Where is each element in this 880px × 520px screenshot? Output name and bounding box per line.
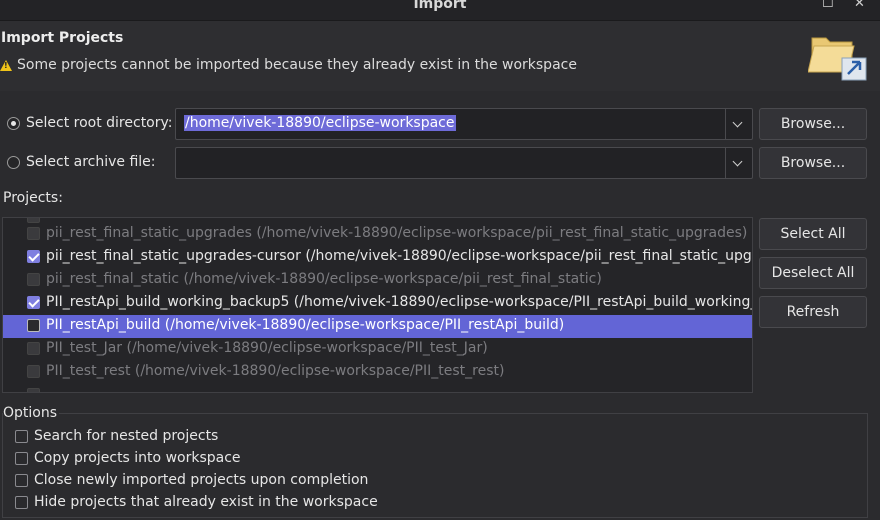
warning-text: Some projects cannot be imported because… — [17, 57, 577, 73]
project-label: pii_rest_final_static (/home/vivek-18890… — [46, 271, 602, 287]
page-title: Import Projects — [1, 30, 124, 46]
list-item[interactable]: PII_test_rest (/home/vivek-18890/eclipse… — [3, 361, 752, 384]
options-label: Options — [3, 405, 60, 421]
project-label: PII_restApi_build_working_backup5 (/home… — [46, 294, 752, 310]
option-label: Search for nested projects — [34, 428, 219, 444]
archive-file-radio[interactable] — [7, 156, 20, 169]
project-label: PII_test_rest (/home/vivek-18890/eclipse… — [46, 363, 505, 379]
list-item[interactable]: pii_rest_final_static_upgrades (/home/vi… — [3, 223, 752, 246]
option-checkbox[interactable] — [15, 429, 28, 443]
option-hide-existing[interactable]: Hide projects that already exist in the … — [15, 494, 378, 510]
list-item[interactable]: PII_test_Jar (/home/vivek-18890/eclipse-… — [3, 338, 752, 361]
root-directory-combo[interactable]: /home/vivek-18890/eclipse-workspace — [175, 108, 753, 140]
close-icon[interactable]: ✕ — [854, 0, 865, 11]
option-close-imported[interactable]: Close newly imported projects upon compl… — [15, 472, 368, 488]
project-checkbox[interactable] — [27, 273, 40, 286]
deselect-all-button[interactable]: Deselect All — [759, 257, 867, 289]
browse-archive-button[interactable]: Browse... — [759, 147, 867, 179]
projects-list[interactable]: pii_rest_final_static_upgrades (/home/vi… — [2, 217, 753, 393]
project-label: PII_restApi_build (/home/vivek-18890/ecl… — [46, 317, 565, 333]
project-checkbox[interactable] — [27, 319, 40, 332]
checkbox — [27, 388, 40, 392]
list-item[interactable]: pii_rest_final_static_upgrades-cursor (/… — [3, 246, 752, 269]
root-directory-radio[interactable] — [7, 117, 20, 130]
project-checkbox[interactable] — [27, 250, 40, 263]
project-checkbox[interactable] — [27, 342, 40, 355]
archive-file-combo[interactable] — [175, 147, 753, 179]
list-item[interactable]: pii_rest_final_static (/home/vivek-18890… — [3, 269, 752, 292]
list-item[interactable]: PII_restApi_build_working_backup5 (/home… — [3, 292, 752, 315]
root-directory-label: Select root directory: — [26, 115, 173, 131]
options-group: Search for nested projects Copy projects… — [2, 413, 868, 518]
chevron-down-icon[interactable] — [725, 109, 752, 139]
folder-import-icon — [808, 37, 867, 81]
project-checkbox[interactable] — [27, 296, 40, 309]
header-banner — [0, 21, 880, 91]
select-all-button[interactable]: Select All — [759, 218, 867, 250]
refresh-button[interactable]: Refresh — [759, 296, 867, 328]
projects-label: Projects: — [3, 190, 63, 206]
title-bar: Import ☐ ✕ — [0, 0, 880, 21]
window-title: Import — [413, 0, 467, 12]
warning-message: Some projects cannot be imported because… — [0, 57, 577, 73]
option-checkbox[interactable] — [15, 495, 28, 509]
project-checkbox[interactable] — [27, 227, 40, 240]
option-label: Copy projects into workspace — [34, 450, 241, 466]
warning-icon — [0, 59, 12, 71]
root-directory-value[interactable]: /home/vivek-18890/eclipse-workspace — [184, 115, 456, 131]
option-search-nested[interactable]: Search for nested projects — [15, 428, 218, 444]
project-label: PII_test_Jar (/home/vivek-18890/eclipse-… — [46, 340, 488, 356]
option-label: Hide projects that already exist in the … — [34, 494, 378, 510]
project-label: pii_rest_final_static_upgrades-cursor (/… — [46, 248, 752, 264]
list-item-selected[interactable]: PII_restApi_build (/home/vivek-18890/ecl… — [3, 315, 752, 338]
list-item-partial — [3, 384, 752, 392]
browse-root-button[interactable]: Browse... — [759, 108, 867, 140]
option-label: Close newly imported projects upon compl… — [34, 472, 369, 488]
archive-file-label: Select archive file: — [26, 154, 156, 170]
maximize-icon[interactable]: ☐ — [822, 0, 834, 11]
project-checkbox[interactable] — [27, 365, 40, 378]
option-copy-projects[interactable]: Copy projects into workspace — [15, 450, 241, 466]
option-checkbox[interactable] — [15, 473, 28, 487]
project-label: pii_rest_final_static_upgrades (/home/vi… — [46, 225, 748, 241]
chevron-down-icon[interactable] — [725, 148, 752, 178]
option-checkbox[interactable] — [15, 451, 28, 465]
